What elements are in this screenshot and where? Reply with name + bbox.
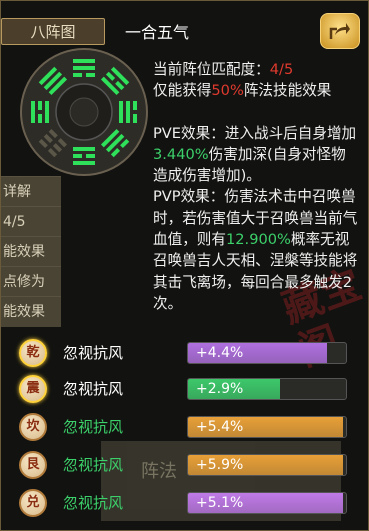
effect-bar: +2.9% (187, 378, 347, 400)
pve-text1: PVE效果：进入战斗后自身增加 (153, 124, 357, 142)
effect-name: 忽视抗风 (63, 494, 124, 512)
match-suffix: 阵法技能效果 (243, 82, 332, 100)
formation-title: 一合五气 (125, 23, 190, 42)
pvp-effect: PVP效果：伤害法术击中召唤兽时，若伤害值大于召唤兽当前气血值，则有12.900… (153, 186, 359, 314)
effect-row: 震 忽视抗风 +2.9% (19, 375, 359, 403)
background-row: 能效果 (1, 236, 61, 267)
match-prefix: 仅能获得 (153, 82, 212, 100)
match-label: 当前阵位匹配度： (153, 61, 270, 78)
effect-name: 忽视抗风 (63, 456, 124, 474)
effect-name: 忽视抗风 (63, 344, 124, 362)
formation-panel: 详解 4/5 能效果 点修为 能效果 阵法 藏宝阁 八阵图 一合五气 当前阵位匹… (0, 0, 369, 531)
background-row: 详解 (1, 176, 61, 207)
effect-row: 乾 忽视抗风 +4.4% (19, 339, 359, 367)
share-button[interactable] (320, 13, 360, 49)
background-row: 点修为 (1, 266, 61, 297)
effect-name: 忽视抗风 (63, 418, 124, 436)
trigram-qian-icon[interactable]: 乾 (19, 339, 47, 367)
trigram-kan-icon[interactable]: 坎 (19, 413, 47, 441)
share-icon (329, 23, 350, 39)
background-row: 4/5 (1, 206, 61, 237)
effect-row: 坎 忽视抗风 +5.4% (19, 413, 359, 441)
effect-value: +5.9% (196, 457, 244, 473)
trigram-dui-icon[interactable]: 兑 (19, 489, 47, 517)
match-value: 4/5 (269, 61, 294, 78)
effect-bar: +4.4% (187, 342, 347, 364)
bagua-icon (20, 48, 148, 176)
effect-name: 忽视抗风 (63, 380, 124, 398)
pve-effect: PVE效果：进入战斗后自身增加3.440%伤害加深(自身对怪物造成伤害增加)。 (153, 123, 359, 187)
pvp-value: 12.900% (225, 231, 291, 249)
effect-bar: +5.4% (187, 416, 347, 438)
background-ui: 详解 4/5 能效果 点修为 能效果 (1, 176, 61, 327)
effect-bar: +5.1% (187, 492, 347, 514)
effect-value: +5.4% (196, 419, 244, 435)
match-percent: 50% (211, 82, 244, 100)
match-line: 当前阵位匹配度：4/5 (153, 59, 359, 80)
effect-bar: +5.9% (187, 454, 347, 476)
tab-bazhentu[interactable]: 八阵图 (1, 18, 105, 45)
effect-row: 兑 忽视抗风 +5.1% (19, 489, 359, 517)
effect-value: +2.9% (196, 381, 244, 397)
pve-value: 3.440% (153, 145, 209, 163)
effect-value: +5.1% (196, 495, 244, 511)
match-effect-line: 仅能获得50%阵法技能效果 (153, 80, 359, 101)
trigram-gen-icon[interactable]: 艮 (19, 451, 47, 479)
background-row: 能效果 (1, 296, 61, 327)
formation-description: 当前阵位匹配度：4/5 仅能获得50%阵法技能效果 PVE效果：进入战斗后自身增… (153, 59, 359, 314)
trigram-zhen-icon[interactable]: 震 (19, 375, 47, 403)
effect-value: +4.4% (196, 345, 244, 361)
effect-row: 艮 忽视抗风 +5.9% (19, 451, 359, 479)
